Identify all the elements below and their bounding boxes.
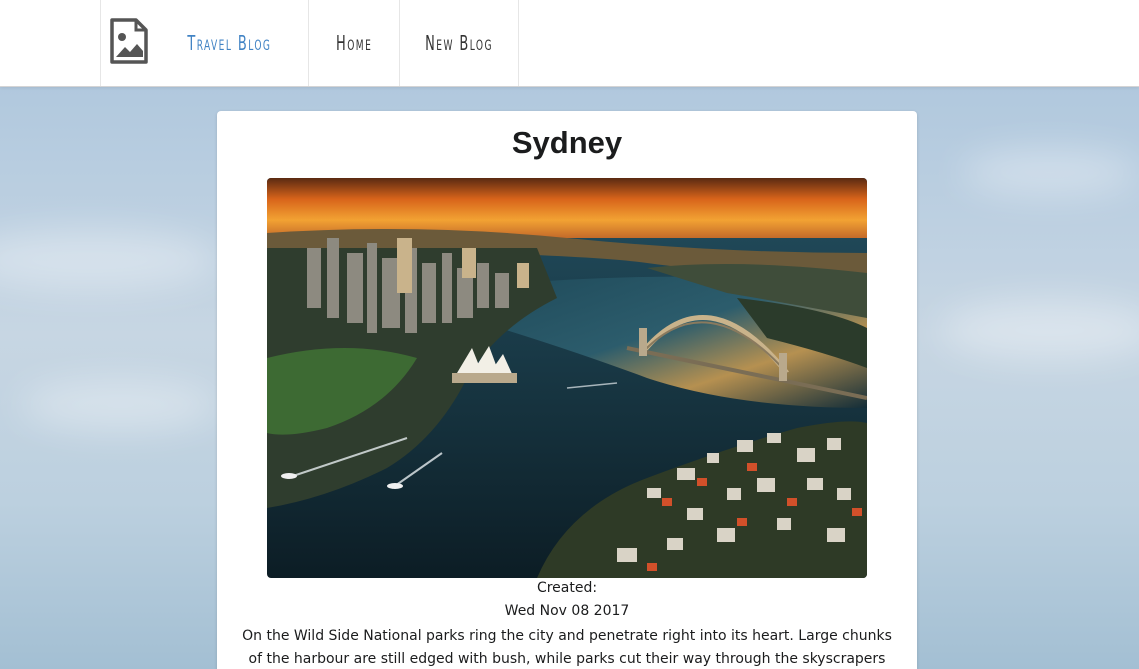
background-cloud <box>20 380 220 430</box>
image-icon <box>109 17 149 69</box>
blog-post-card: Sydney Created: Wed Nov 08 2017 On the W… <box>217 111 917 669</box>
post-title: Sydney <box>511 125 623 160</box>
nav-new-blog-label: New Blog <box>425 31 493 55</box>
nav-new-blog-link[interactable]: New Blog <box>399 0 519 86</box>
harbour-photo-illustration <box>267 178 867 578</box>
background-cloud <box>0 230 220 290</box>
nav-brand-label: Travel Blog <box>186 31 272 55</box>
background-cloud <box>940 300 1139 360</box>
nav-home-label: Home <box>336 31 373 55</box>
created-label: Created: <box>536 580 598 596</box>
created-date: Wed Nov 08 2017 <box>504 603 630 619</box>
top-navbar: Travel Blog Home New Blog <box>0 0 1139 87</box>
post-body: On the Wild Side National parks ring the… <box>242 628 892 667</box>
post-image <box>267 178 867 578</box>
nav-home-link[interactable]: Home <box>308 0 400 86</box>
nav-brand-link[interactable]: Travel Blog <box>100 0 309 86</box>
background-cloud <box>960 150 1139 195</box>
